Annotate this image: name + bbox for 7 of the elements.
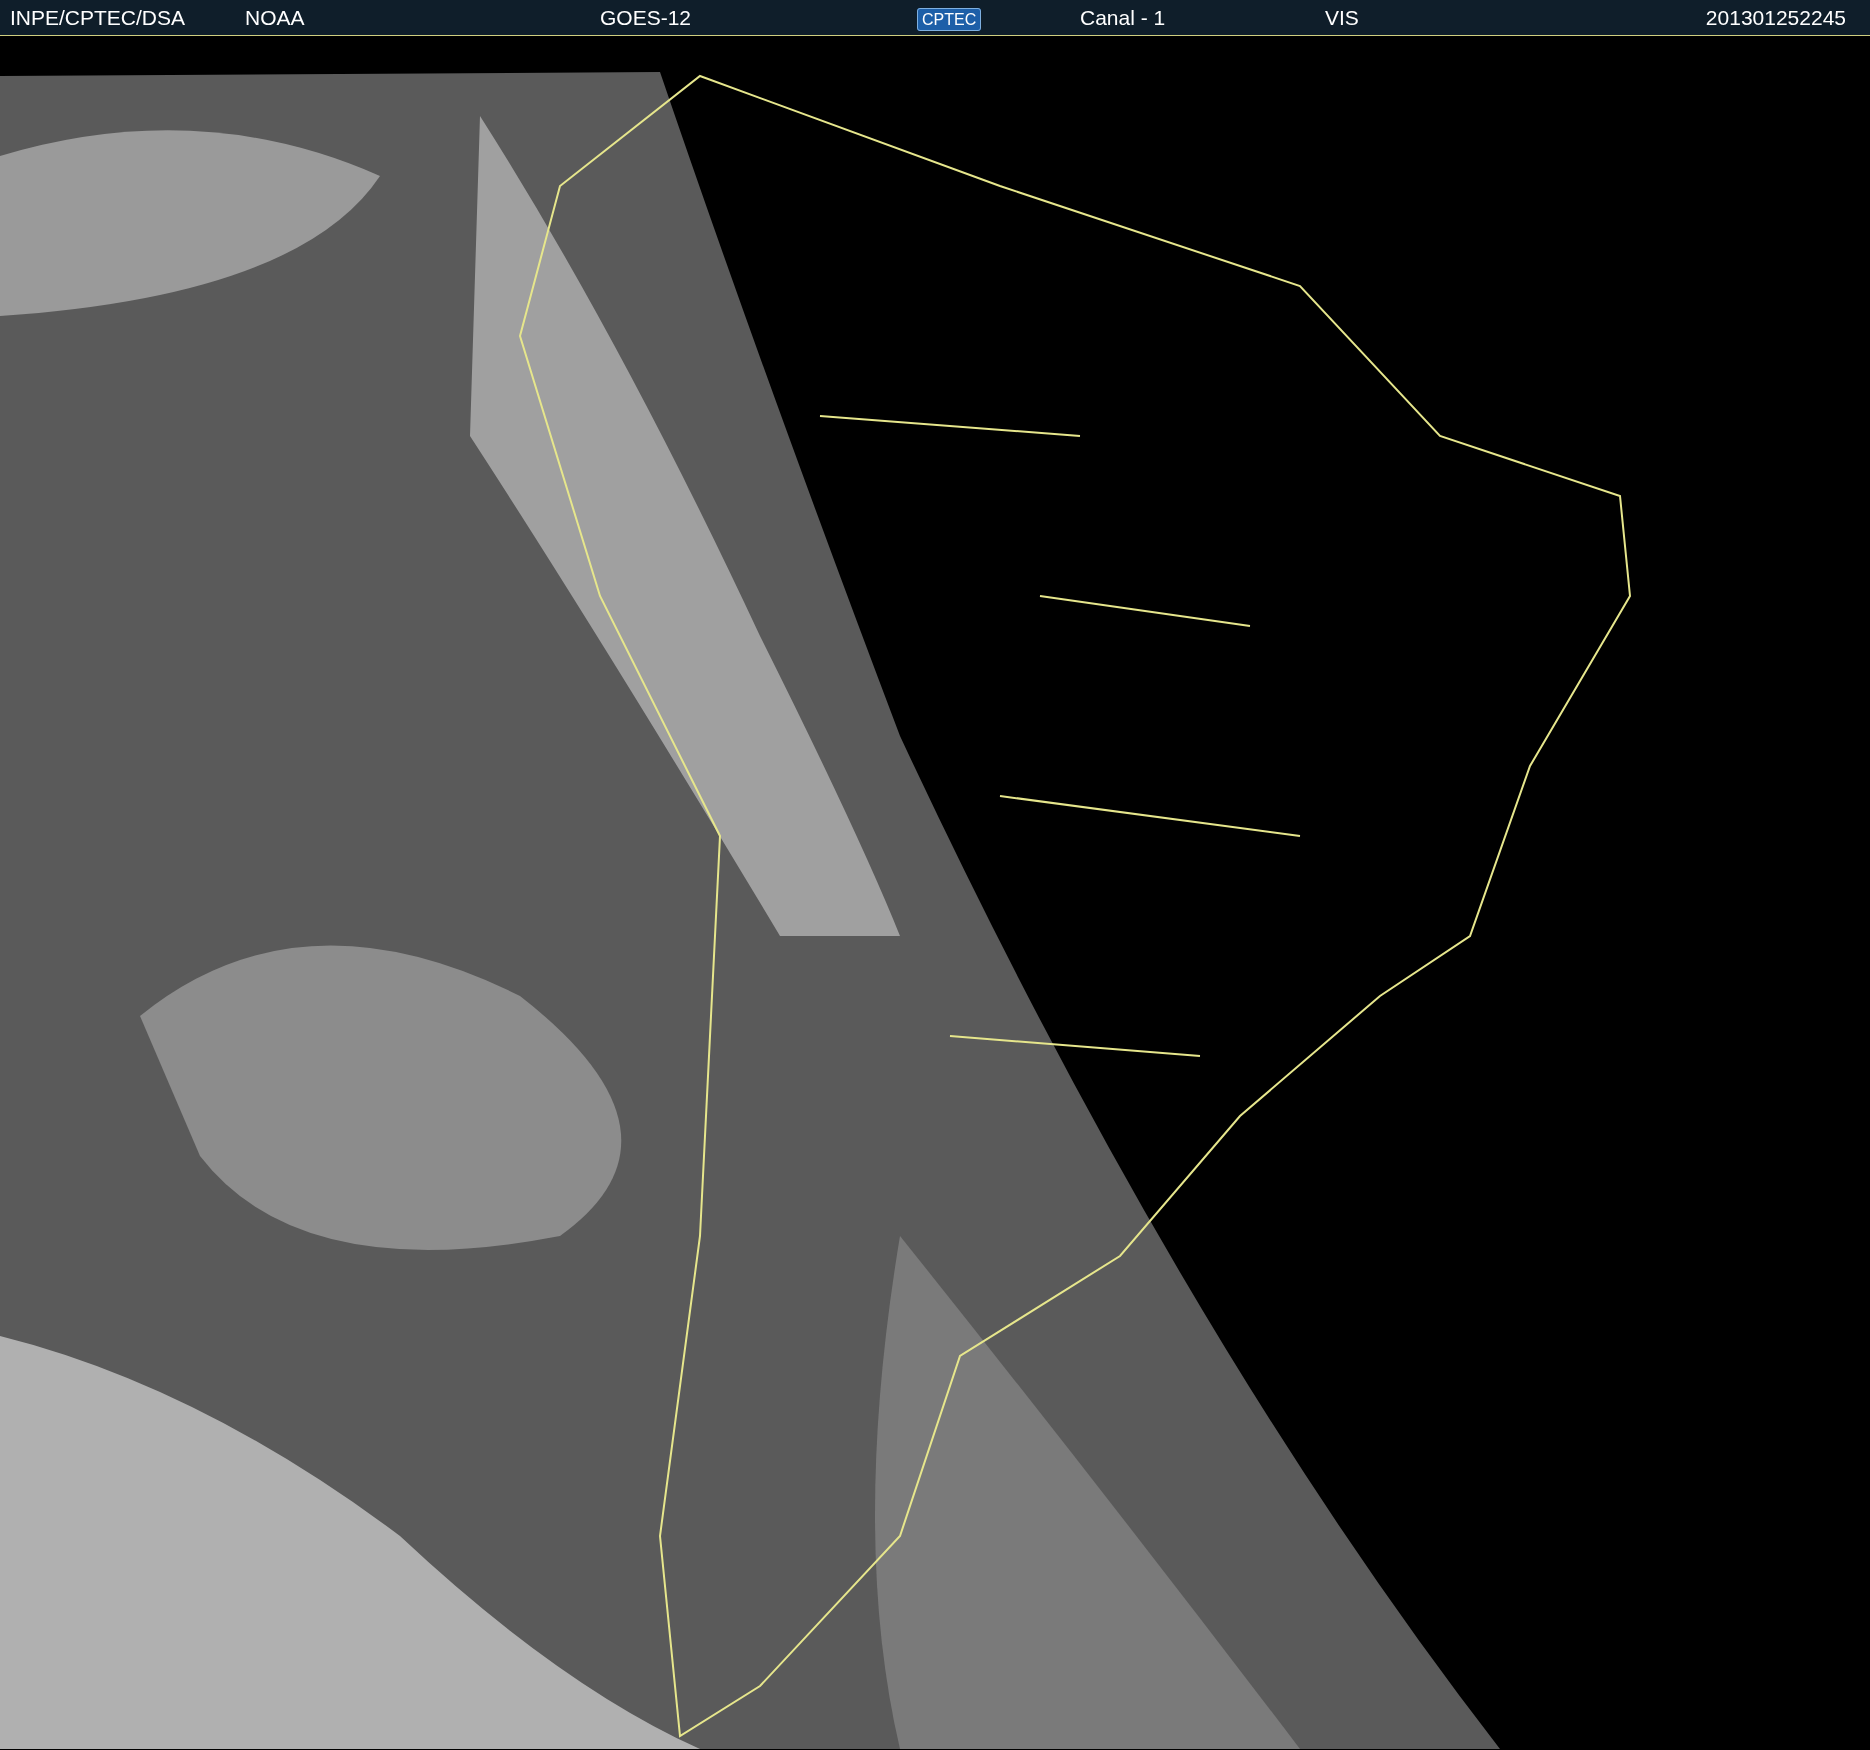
timestamp: 201301252245 [1705, 4, 1846, 31]
header-label: NOAA [245, 4, 306, 31]
header-label: GOES-12 [600, 4, 693, 31]
logo: CPTEC [917, 7, 982, 31]
header-label: VIS [1325, 4, 1360, 31]
header-label: INPE/CPTEC/DSA [9, 4, 187, 31]
header-label: Canal - 1 [1080, 4, 1167, 31]
